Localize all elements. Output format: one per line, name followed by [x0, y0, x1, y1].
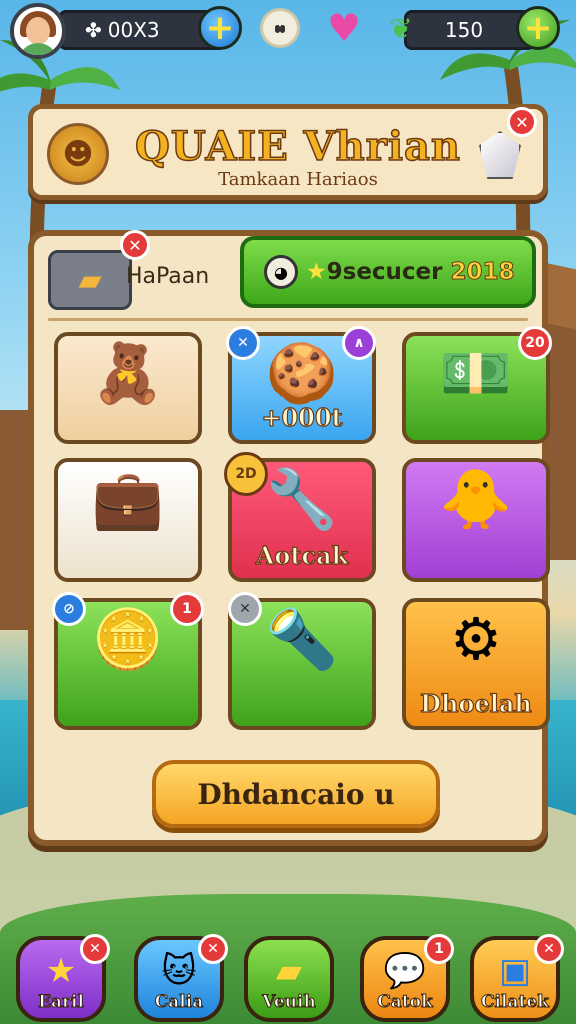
item-tile-money[interactable]: 💵 20: [402, 326, 552, 444]
nav-catok[interactable]: 💬 Catok 1: [360, 934, 454, 1022]
promo-text: 9secucer: [326, 259, 443, 285]
item-tile-cookie[interactable]: 🍪 +000t ✕ ∧: [226, 326, 376, 444]
nav-label-calia: Calia: [154, 992, 204, 1013]
tab-close-button[interactable]: ✕: [120, 230, 150, 260]
emblem-icon: ☻: [47, 123, 109, 185]
nav-calia-close[interactable]: ✕: [198, 934, 228, 964]
chat-icon: 💬: [383, 951, 427, 991]
card-icon: ▣: [498, 951, 532, 991]
currency-left-value: 00X3: [107, 18, 160, 42]
clover-icon: ✤: [85, 18, 102, 42]
nav-earil[interactable]: ★ Earil ✕: [16, 934, 110, 1022]
nav-veuih[interactable]: ▰ Veuih: [244, 936, 334, 1022]
title-banner: ☻ QUAIE Vhrian Tamkaan Hariaos ✕: [28, 104, 548, 200]
nav-earil-close[interactable]: ✕: [80, 934, 110, 964]
banner-close-button[interactable]: ✕: [507, 107, 537, 137]
chest-icon: ▰: [78, 262, 102, 298]
heart-icon[interactable]: ♥: [324, 6, 364, 50]
shop-panel: ▰ ✕ HaPaan ◕ ★9secucer 2018 🧸 🍪 +000t ✕ …: [28, 230, 552, 846]
tile-badge-burst: 2D: [224, 452, 268, 496]
add-currency-left-button[interactable]: +: [198, 6, 242, 50]
currency-right-value: 150: [444, 18, 484, 42]
item-tile-tool[interactable]: 🔧 Aotcak 2D: [224, 452, 376, 582]
tab-label: HaPaan: [126, 264, 210, 289]
tile-badge-gray: ✕: [228, 592, 262, 626]
item-tile-gear[interactable]: ⚙ Dhoelah: [402, 598, 550, 730]
ghost-icon[interactable]: [260, 8, 300, 48]
hut-left: [0, 410, 30, 630]
banner-subtitle: Tamkaan Hariaos: [218, 169, 378, 190]
divider: [48, 318, 528, 321]
item-tile-briefcase[interactable]: 💼: [54, 458, 202, 582]
tile-badge-one: 1: [170, 592, 204, 626]
item-tile-coins[interactable]: 🪙 1 ⊘: [52, 592, 204, 730]
add-currency-right-button[interactable]: +: [516, 6, 560, 50]
player-avatar[interactable]: [10, 3, 66, 59]
tile-label-tool: Aotcak: [255, 540, 349, 570]
leaf-gem-icon: ❦: [389, 11, 413, 45]
gem-icon[interactable]: [479, 131, 521, 179]
nav-label-earil: Earil: [38, 992, 85, 1013]
nav-label-veuih: Veuih: [262, 992, 317, 1013]
ticket-icon: ▰: [275, 951, 303, 991]
gear-icon: ⚙: [450, 605, 502, 673]
tile-badge-purple: ∧: [342, 326, 376, 360]
top-bar: ✤ 00X3 + ♥ 150 ❦ +: [0, 0, 576, 62]
bear-cards-icon: 🧸: [91, 339, 165, 407]
pet-icon: 🐱: [161, 951, 197, 991]
star-icon: ★: [45, 951, 77, 991]
tile-badge-blue: ✕: [226, 326, 260, 360]
item-tile-chick[interactable]: 🐥: [402, 458, 550, 582]
promo-year: 2018: [450, 259, 515, 286]
item-tile-bear[interactable]: 🧸: [54, 332, 202, 444]
tile-badge-count: 20: [518, 326, 552, 360]
nav-cilatek-close[interactable]: ✕: [534, 934, 564, 964]
nav-catok-badge: 1: [424, 934, 454, 964]
nav-cilatek[interactable]: ▣ Cilatek ✕: [470, 934, 564, 1022]
tile-label-cookie: +000t: [261, 402, 344, 432]
banner-title: QUAIE Vhrian: [134, 122, 462, 171]
chick-icon: 🐥: [439, 465, 513, 533]
tile-label-gear: Dhoelah: [420, 688, 533, 718]
coin-face-icon: ◕: [264, 255, 298, 289]
promo-button[interactable]: ◕ ★9secucer 2018: [240, 236, 536, 308]
star-icon: ★: [306, 259, 327, 285]
nav-label-catok: Catok: [377, 992, 434, 1013]
nav-calia[interactable]: 🐱 Calia ✕: [134, 934, 228, 1022]
chest-tab-button[interactable]: ▰: [48, 250, 132, 310]
tile-badge-no: ⊘: [52, 592, 86, 626]
bottom-nav: ★ Earil ✕ 🐱 Calia ✕ ▰ Veuih 💬 Catok 1 ▣ …: [0, 930, 576, 1024]
briefcase-icon: 💼: [91, 465, 165, 533]
nav-label-cilatek: Cilatek: [481, 992, 550, 1013]
item-tile-flashlight[interactable]: 🔦 ✕: [228, 592, 376, 730]
main-action-button[interactable]: Dhdancaio u: [152, 760, 440, 828]
